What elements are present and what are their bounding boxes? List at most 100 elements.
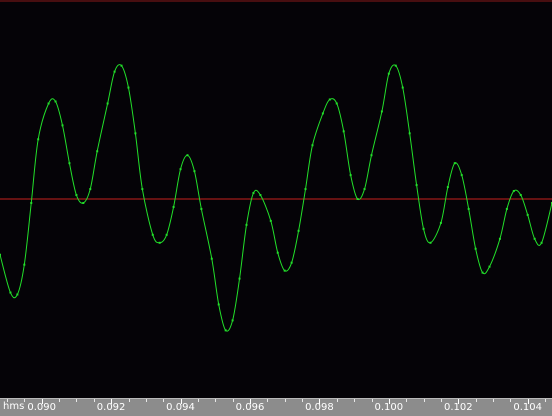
minor-tick (371, 399, 373, 402)
x-tick-label: 0.094 (166, 402, 195, 413)
time-ruler[interactable]: hms 0.090 0.092 0.094 0.096 0.098 0.100 0.102 0… (0, 398, 552, 416)
sample-point (165, 233, 168, 236)
minor-tick (493, 399, 494, 402)
sample-point (200, 207, 203, 210)
minor-tick (197, 399, 199, 402)
sample-point (16, 293, 19, 296)
sample-point (54, 100, 57, 103)
minor-tick (59, 399, 60, 402)
sample-point (453, 162, 456, 165)
sample-point (408, 132, 411, 135)
sample-point (269, 219, 272, 222)
minor-tick (267, 399, 269, 402)
minor-tick (510, 399, 512, 402)
minor-tick (163, 399, 165, 402)
x-tick-label: 0.096 (235, 402, 265, 413)
sample-point (304, 188, 307, 191)
sample-point (401, 86, 404, 89)
sample-point (217, 303, 220, 306)
sample-point (141, 188, 144, 191)
minor-tick (545, 399, 547, 402)
sample-point (120, 64, 123, 67)
sample-point (252, 192, 255, 195)
sample-point (283, 269, 286, 272)
minor-tick (24, 399, 26, 402)
sample-point (415, 184, 418, 187)
sample-point (335, 102, 338, 105)
sample-point (526, 213, 529, 216)
sample-point (172, 205, 175, 208)
minor-tick (475, 399, 477, 402)
sample-point (231, 319, 234, 322)
minor-tick (423, 399, 425, 402)
sample-point (259, 194, 262, 197)
sample-point (37, 138, 40, 141)
sample-point (186, 154, 189, 157)
waveform-viewer: hms 0.090 0.092 0.094 0.096 0.098 0.100 0.102 0… (0, 0, 552, 416)
sample-point (9, 291, 12, 294)
sample-point (106, 102, 109, 105)
x-tick-label: 0.100 (374, 402, 404, 413)
sample-point (23, 263, 26, 266)
sample-point (356, 198, 359, 200)
x-tick-label: 0.090 (27, 402, 57, 413)
sample-point (370, 154, 373, 157)
sample-point (210, 257, 213, 260)
sample-point (0, 253, 1, 256)
sample-point (363, 188, 366, 191)
sample-point (245, 223, 248, 226)
waveform-plot[interactable] (0, 0, 552, 398)
sample-point (519, 194, 522, 197)
x-tick-label: 0.092 (96, 402, 126, 413)
sample-point (505, 207, 508, 210)
minor-tick (284, 399, 286, 402)
sample-point (342, 130, 345, 133)
minor-tick (354, 399, 356, 402)
minor-tick (302, 399, 303, 402)
sample-point (238, 277, 241, 280)
sample-point (474, 247, 477, 250)
minor-tick (6, 399, 8, 402)
sample-point (422, 227, 425, 230)
minor-tick (93, 399, 95, 402)
sample-point (446, 186, 449, 189)
x-tick-label: 0.104 (513, 402, 543, 413)
x-tick-label: 0.098 (305, 402, 334, 413)
sample-point (460, 174, 463, 177)
sample-point (533, 237, 536, 240)
sample-point (498, 237, 501, 240)
sample-point (380, 110, 383, 113)
sample-point (224, 329, 227, 332)
sample-point (439, 221, 442, 224)
sample-point (151, 233, 154, 236)
sample-point (488, 265, 491, 268)
sample-point (297, 229, 300, 232)
sample-point (467, 207, 470, 210)
sample-point (113, 70, 116, 73)
minor-tick (215, 399, 217, 402)
sample-point (193, 170, 196, 173)
sample-point (61, 124, 64, 127)
sample-point (82, 201, 85, 204)
sample-point (540, 241, 543, 244)
sample-point (158, 241, 161, 244)
sample-point (89, 188, 92, 191)
sample-point (127, 86, 130, 89)
sample-point (311, 144, 314, 147)
sample-point (47, 102, 50, 105)
sample-point (328, 98, 331, 101)
sample-point (349, 174, 352, 177)
minor-tick (145, 399, 147, 402)
minor-tick (76, 399, 78, 402)
minor-tick (406, 399, 408, 402)
sample-point (134, 132, 137, 135)
sample-point (429, 241, 432, 244)
sample-point (276, 251, 279, 254)
sample-point (96, 150, 99, 153)
sample-point (321, 112, 324, 115)
minor-tick (336, 399, 338, 402)
sample-point (512, 190, 515, 193)
sample-point (394, 64, 397, 67)
time-unit-label: hms (3, 401, 25, 412)
minor-tick (232, 399, 234, 402)
